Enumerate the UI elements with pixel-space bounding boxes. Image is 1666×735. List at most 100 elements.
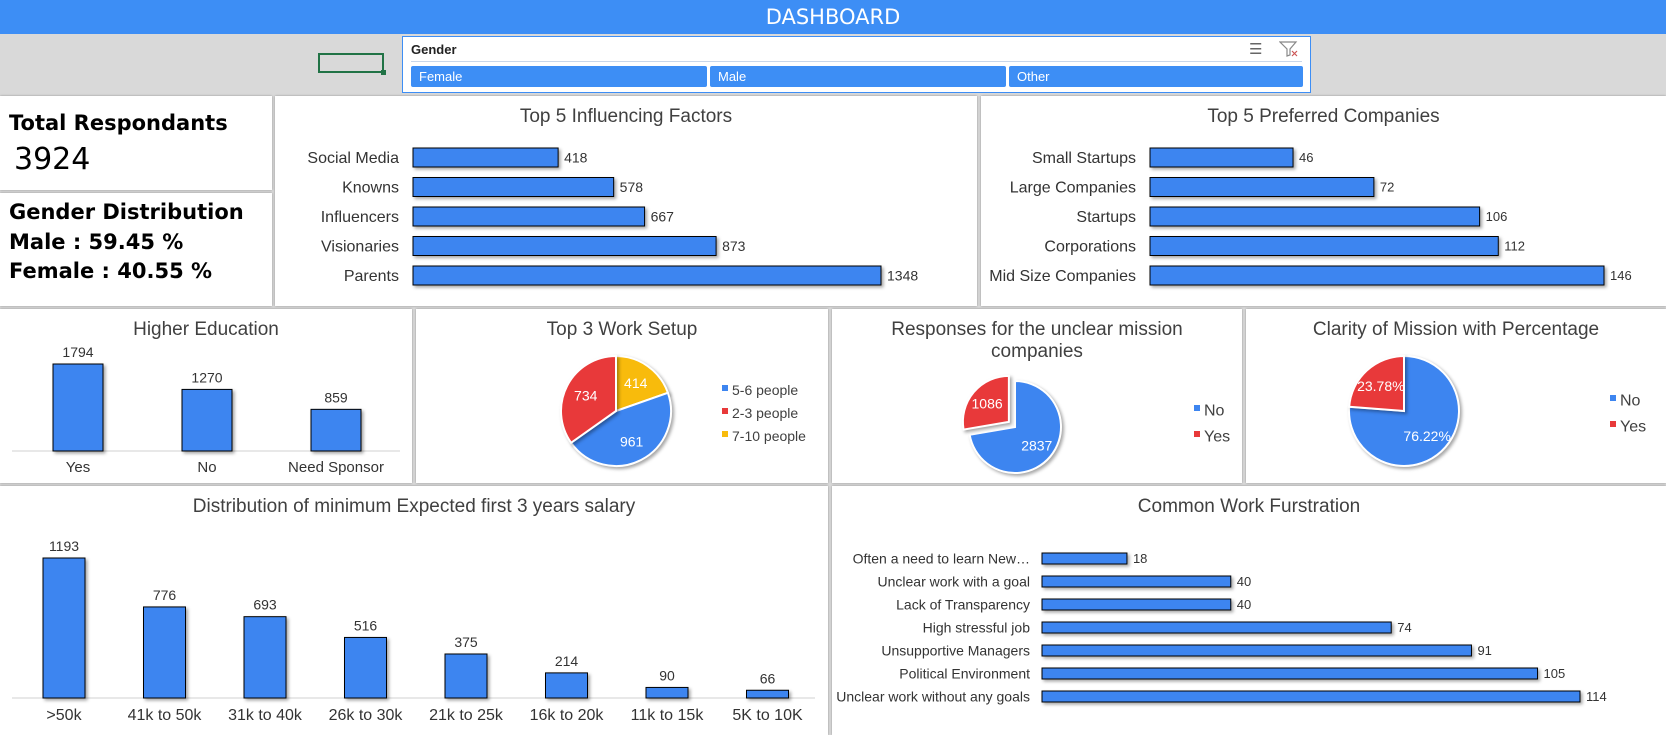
- data-label: 1086: [972, 395, 1003, 411]
- data-label: 961: [620, 433, 644, 449]
- bar: [1041, 644, 1472, 657]
- total-respondants-value: 3924: [14, 142, 91, 177]
- influencing-factors-panel: Top 5 Influencing Factors Social Media 41…: [275, 96, 977, 306]
- bar: [1041, 690, 1581, 703]
- category-label: Need Sponsor: [288, 459, 384, 476]
- data-label: 18: [1133, 551, 1147, 566]
- bar: [1041, 598, 1232, 611]
- work-setup-chart: 5-6 people 2-3 people 7-10 people 414 961 734: [560, 354, 806, 467]
- bar: [1041, 667, 1539, 680]
- higher-education-panel: Higher Education 1794 Yes 1270 No 859 Need Sp…: [0, 309, 412, 483]
- clarity-mission-panel: Clarity of Mission with Percentage 76.22…: [1246, 309, 1666, 483]
- data-label: 40: [1237, 574, 1251, 589]
- dashboard-title: DASHBOARD: [765, 5, 901, 29]
- total-respondants-card: Total Respondants 3924: [0, 96, 272, 190]
- category-label: Often a need to learn New…: [853, 550, 1030, 566]
- bar: [243, 616, 287, 699]
- data-label: 72: [1380, 180, 1394, 195]
- data-label: 873: [722, 238, 746, 254]
- bar: [310, 408, 362, 452]
- data-label: 418: [564, 149, 588, 165]
- data-label: 146: [1610, 268, 1632, 283]
- bar: [1149, 265, 1605, 286]
- data-label: 91: [1477, 643, 1491, 658]
- data-label: 46: [1299, 150, 1313, 165]
- slicer-title: Gender: [411, 42, 457, 57]
- data-label: 516: [354, 617, 378, 633]
- bar: [143, 606, 186, 699]
- bar: [746, 689, 789, 699]
- bar: [1149, 206, 1481, 227]
- male-percentage: Male : 59.45 %: [9, 230, 184, 254]
- total-respondants-label: Total Respondants: [9, 111, 228, 135]
- legend-label: Yes: [1620, 419, 1646, 436]
- category-label: Yes: [66, 459, 90, 476]
- legend-marker: [722, 408, 728, 414]
- category-label: Lack of Transparency: [896, 596, 1030, 612]
- preferred-companies-panel: Top 5 Preferred Companies Small Startups…: [981, 96, 1666, 306]
- gender-slicer: Gender ☰ Female Male Other: [402, 36, 1311, 93]
- data-label: 414: [624, 375, 648, 391]
- category-label: 11k to 15k: [631, 707, 705, 724]
- unclear-mission-chart: 2837 1086 No Yes: [961, 374, 1230, 474]
- bar: [1149, 236, 1499, 256]
- clear-filter-icon[interactable]: [1278, 40, 1299, 62]
- data-label: 1270: [191, 369, 222, 385]
- data-label: 105: [1544, 666, 1566, 681]
- female-percentage: Female : 40.55 %: [9, 259, 213, 283]
- data-label: 693: [253, 597, 277, 613]
- category-label: Unclear work with a goal: [877, 573, 1030, 589]
- selected-cell[interactable]: [318, 53, 386, 75]
- data-label: 776: [153, 587, 177, 603]
- work-frustration-panel: Common Work Furstration Often a need to …: [832, 486, 1666, 735]
- influencing-factors-chart: Social Media 418 Knowns 578 Influencers 667 Vi…: [307, 147, 918, 286]
- category-label: >50k: [46, 707, 82, 724]
- data-label: 1794: [62, 344, 93, 360]
- slicer-divider: [411, 61, 1302, 62]
- data-label: 578: [620, 179, 644, 195]
- category-label: Knowns: [342, 180, 399, 197]
- legend-marker: [1610, 421, 1616, 427]
- slicer-item-male[interactable]: Male: [710, 66, 1006, 87]
- work-setup-panel: Top 3 Work Setup 5-6 people 2-3 people 7-1…: [416, 309, 828, 483]
- category-label: Visionaries: [321, 239, 399, 256]
- bar: [344, 636, 387, 699]
- slicer-item-other[interactable]: Other: [1009, 66, 1303, 87]
- bar: [412, 265, 882, 286]
- data-label: 1348: [887, 267, 918, 283]
- data-label: 40: [1237, 597, 1251, 612]
- work-frustration-chart: Often a need to learn New… 18 Unclear work…: [836, 550, 1607, 704]
- category-label: Small Startups: [1032, 150, 1136, 167]
- category-label: Unclear work without any goals: [836, 688, 1030, 704]
- category-label: No: [197, 459, 216, 476]
- legend-label: Yes: [1204, 429, 1230, 446]
- bar: [412, 147, 559, 168]
- category-label: 41k to 50k: [128, 707, 203, 724]
- salary-distribution-panel: Distribution of minimum Expected first 3…: [0, 486, 828, 735]
- higher-education-chart: 1794 Yes 1270 No 859 Need Sponsor: [12, 344, 400, 476]
- data-label: 375: [454, 634, 478, 650]
- bar: [645, 686, 689, 699]
- data-label: 859: [324, 389, 348, 405]
- unclear-mission-panel: Responses for the unclear mission compan…: [832, 309, 1242, 483]
- bar: [1041, 552, 1128, 565]
- data-label: 667: [651, 208, 675, 224]
- gender-distribution-card: Gender Distribution Male : 59.45 % Femal…: [0, 193, 272, 306]
- data-label: 1193: [49, 538, 79, 554]
- legend-label: No: [1204, 403, 1225, 420]
- data-label: 734: [574, 387, 598, 403]
- slicer-item-female[interactable]: Female: [411, 66, 707, 87]
- data-label: 76.22%: [1403, 428, 1450, 444]
- category-label: Social Media: [307, 150, 399, 167]
- data-label: 23.78%: [1357, 378, 1404, 394]
- data-label: 112: [1504, 239, 1525, 254]
- multiselect-icon[interactable]: ☰: [1249, 40, 1262, 58]
- legend-marker: [1194, 431, 1200, 437]
- bar: [1041, 621, 1392, 634]
- bar: [42, 557, 86, 699]
- category-label: Mid Size Companies: [989, 268, 1136, 285]
- clarity-mission-chart: 76.22% 23.78% No Yes: [1348, 354, 1646, 467]
- bar: [545, 672, 588, 699]
- data-label: 114: [1586, 689, 1607, 704]
- category-label: Unsupportive Managers: [881, 642, 1030, 658]
